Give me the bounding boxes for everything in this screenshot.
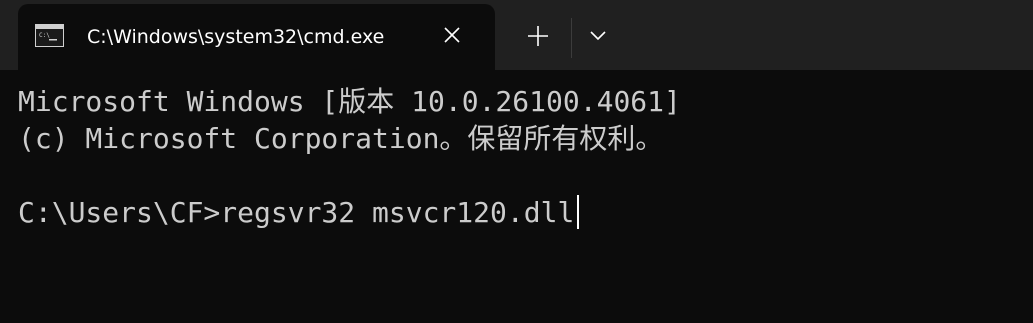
- plus-icon: [527, 25, 549, 52]
- console-command: C:\Users\CF>regsvr32 msvcr120.dll: [18, 196, 575, 229]
- profile-dropdown-button[interactable]: [580, 18, 616, 58]
- console-output[interactable]: Microsoft Windows [版本 10.0.26100.4061] (…: [0, 70, 1033, 323]
- console-prompt-line: C:\Users\CF>regsvr32 msvcr120.dll: [18, 195, 580, 231]
- close-icon: [443, 26, 461, 49]
- tab-cmd[interactable]: C:\ C:\Windows\system32\cmd.exe: [18, 4, 495, 70]
- title-bar: C:\ C:\Windows\system32\cmd.exe: [0, 0, 1033, 70]
- text-cursor: [577, 195, 580, 229]
- new-tab-button[interactable]: [518, 18, 558, 58]
- close-tab-button[interactable]: [436, 21, 468, 53]
- titlebar-divider: [571, 18, 572, 58]
- chevron-down-icon: [589, 29, 607, 47]
- tab-title: C:\Windows\system32\cmd.exe: [87, 26, 385, 48]
- terminal-window: C:\ C:\Windows\system32\cmd.exe Microsof…: [0, 0, 1033, 323]
- console-line: Microsoft Windows [版本 10.0.26100.4061]: [18, 85, 681, 118]
- svg-text:C:\: C:\: [39, 32, 50, 39]
- console-line: (c) Microsoft Corporation。保留所有权利。: [18, 122, 664, 155]
- cmd-icon: C:\: [35, 24, 64, 47]
